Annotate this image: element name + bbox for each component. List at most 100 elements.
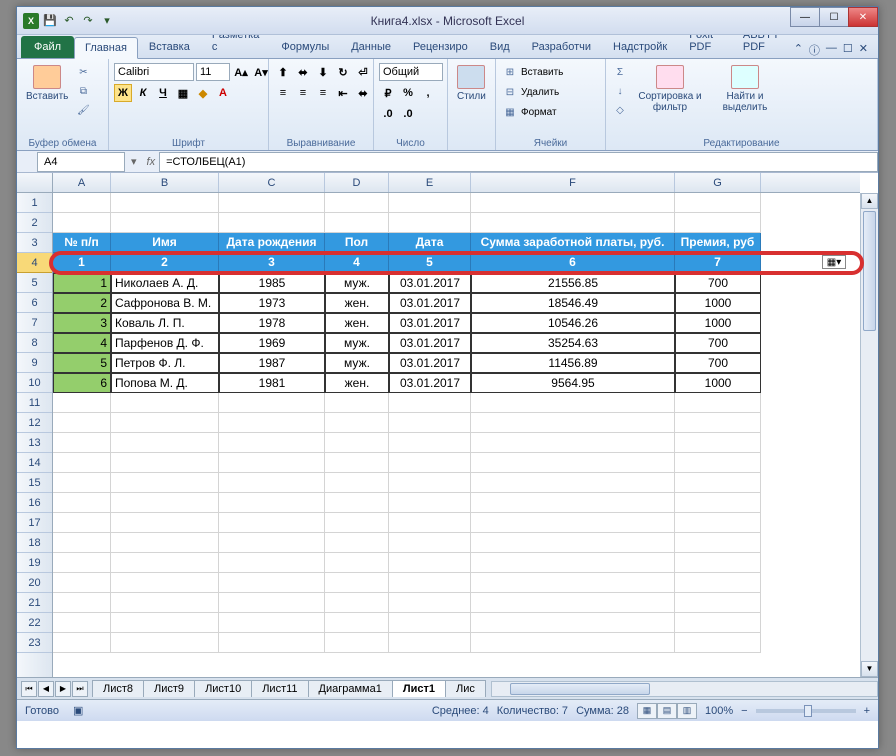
cell[interactable] [219,593,325,613]
indent-dec-icon[interactable]: ⇤ [334,84,352,102]
cell[interactable] [325,433,389,453]
cell[interactable] [325,473,389,493]
save-icon[interactable]: 💾 [42,13,58,29]
cell[interactable]: 700 [675,333,761,353]
doc-close-icon[interactable]: ✕ [859,42,868,58]
row-header[interactable]: 7 [17,313,52,333]
currency-icon[interactable]: ₽ [379,84,397,102]
cell[interactable] [389,413,471,433]
cell[interactable]: 1 [53,253,111,273]
tab-view[interactable]: Вид [479,36,521,58]
cell[interactable] [389,633,471,653]
cell[interactable] [389,553,471,573]
zoom-in-icon[interactable]: + [864,705,870,717]
format-cells-label[interactable]: Формат [521,107,557,118]
cell[interactable] [53,553,111,573]
cell[interactable] [53,613,111,633]
cell[interactable] [219,393,325,413]
cell[interactable] [111,553,219,573]
cell[interactable] [675,513,761,533]
tab-data[interactable]: Данные [340,36,402,58]
cell[interactable]: 03.01.2017 [389,333,471,353]
cell[interactable] [389,393,471,413]
cell[interactable] [389,533,471,553]
cell[interactable]: 03.01.2017 [389,373,471,393]
cut-icon[interactable]: ✂ [74,63,92,81]
cell[interactable]: Пол [325,233,389,253]
cell[interactable]: 7 [675,253,761,273]
tab-file[interactable]: Файл [21,36,74,58]
cell[interactable]: 5 [53,353,111,373]
row-header[interactable]: 23 [17,633,52,653]
font-size-select[interactable] [196,63,230,81]
row-header[interactable]: 22 [17,613,52,633]
cell[interactable] [111,473,219,493]
cell[interactable] [219,633,325,653]
cell[interactable] [675,473,761,493]
cell[interactable]: Коваль Л. П. [111,313,219,333]
sheet-tab[interactable]: Лист11 [251,680,308,697]
cell[interactable]: 4 [53,333,111,353]
autofill-options-icon[interactable]: ▦▾ [822,255,846,269]
sheet-last-icon[interactable]: ⏭ [72,681,88,697]
column-header[interactable]: A [53,173,111,192]
clear-icon[interactable]: ◇ [611,101,629,119]
cell[interactable]: 3 [219,253,325,273]
cell[interactable] [325,513,389,533]
cell[interactable]: Дата рождения [219,233,325,253]
cell[interactable] [111,633,219,653]
row-header[interactable]: 15 [17,473,52,493]
cell[interactable] [471,393,675,413]
cell[interactable] [219,553,325,573]
vertical-scrollbar[interactable]: ▲ ▼ [860,193,878,677]
scroll-down-icon[interactable]: ▼ [861,661,878,677]
sheet-tab[interactable]: Лист1 [392,680,446,697]
row-header[interactable]: 4 [17,253,52,273]
cell[interactable] [389,593,471,613]
delete-cells-icon[interactable]: ⊟ [501,83,519,101]
row-header[interactable]: 16 [17,493,52,513]
row-header[interactable]: 6 [17,293,52,313]
cell[interactable] [111,193,219,213]
row-header[interactable]: 20 [17,573,52,593]
cell[interactable] [471,573,675,593]
cell[interactable]: 2 [53,293,111,313]
merge-icon[interactable]: ⬌ [354,84,372,102]
cell[interactable] [675,453,761,473]
row-header[interactable]: 21 [17,593,52,613]
cell[interactable]: № п/п [53,233,111,253]
doc-minimize-icon[interactable]: — [826,42,837,58]
percent-icon[interactable]: % [399,84,417,102]
cell[interactable] [111,513,219,533]
cell[interactable] [219,193,325,213]
cell[interactable]: 1000 [675,313,761,333]
undo-icon[interactable]: ↶ [61,13,77,29]
cell[interactable]: 700 [675,353,761,373]
scroll-up-icon[interactable]: ▲ [861,193,878,209]
cell[interactable]: 03.01.2017 [389,313,471,333]
horizontal-scrollbar[interactable] [491,681,878,697]
cell[interactable] [53,453,111,473]
italic-button[interactable]: К [134,84,152,102]
row-header[interactable]: 1 [17,193,52,213]
cell[interactable] [111,593,219,613]
row-header[interactable]: 17 [17,513,52,533]
help-icon[interactable]: ⓘ [809,42,820,58]
cell[interactable] [471,413,675,433]
tab-review[interactable]: Рецензиро [402,36,479,58]
cell[interactable] [471,513,675,533]
number-format-select[interactable] [379,63,443,81]
paste-button[interactable]: Вставить [22,63,72,104]
hscroll-thumb[interactable] [510,683,650,695]
cell[interactable]: 1978 [219,313,325,333]
sheet-next-icon[interactable]: ▶ [55,681,71,697]
ribbon-minimize-icon[interactable]: ⌃ [794,42,803,58]
column-header[interactable]: E [389,173,471,192]
zoom-thumb[interactable] [804,705,812,717]
row-header[interactable]: 3 [17,233,52,253]
row-header[interactable]: 5 [17,273,52,293]
sheet-tab[interactable]: Лист8 [92,680,144,697]
cell[interactable] [53,493,111,513]
fx-icon[interactable]: fx [143,156,160,168]
sort-filter-button[interactable]: Сортировка и фильтр [631,63,709,115]
